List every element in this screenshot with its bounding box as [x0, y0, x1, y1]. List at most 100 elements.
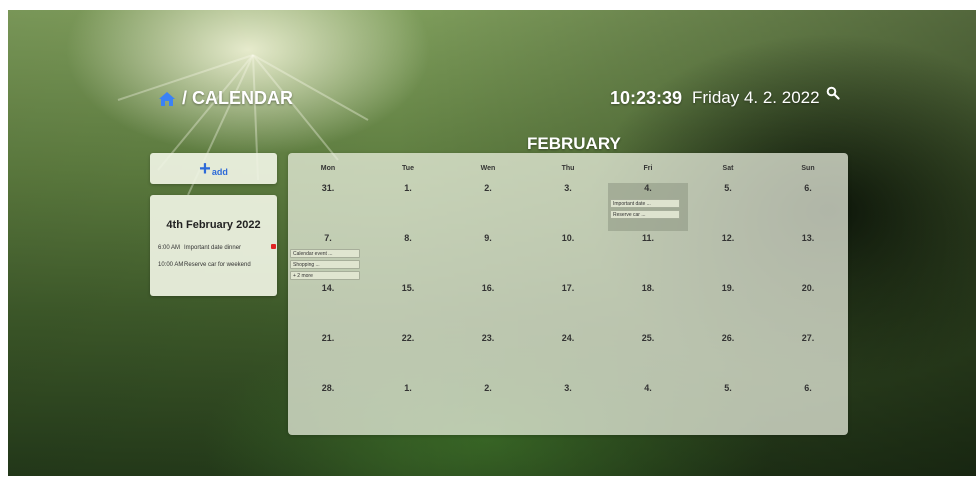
- day-cell[interactable]: 28.: [288, 383, 368, 431]
- day-cell[interactable]: 3.: [528, 383, 608, 431]
- day-number: 8.: [404, 233, 412, 243]
- day-cell[interactable]: 25.: [608, 333, 688, 381]
- day-cell[interactable]: 26.: [688, 333, 768, 381]
- day-number: 10.: [561, 233, 575, 243]
- day-number: 3.: [564, 383, 572, 393]
- event-chip[interactable]: Reserve car ...: [610, 210, 680, 219]
- breadcrumb-label[interactable]: / CALENDAR: [182, 88, 293, 109]
- day-cell[interactable]: 20.: [768, 283, 848, 331]
- day-number: 6.: [804, 383, 812, 393]
- clock: 10:23:39: [610, 88, 683, 108]
- day-cell[interactable]: 24.: [528, 333, 608, 381]
- day-cell[interactable]: 12.: [688, 233, 768, 281]
- event-name: Important date dinner: [184, 245, 242, 251]
- day-cell[interactable]: 9.: [448, 233, 528, 281]
- day-number: 14.: [321, 283, 335, 293]
- day-cell[interactable]: 16.: [448, 283, 528, 331]
- day-number: 18.: [641, 283, 655, 293]
- day-number: 6.: [804, 183, 812, 193]
- day-cell[interactable]: 27.: [768, 333, 848, 381]
- day-number: 17.: [561, 283, 575, 293]
- event-chip[interactable]: Shopping ...: [290, 260, 360, 269]
- day-cell[interactable]: 15.: [368, 283, 448, 331]
- day-cell[interactable]: 6.: [768, 183, 848, 231]
- weekday-header: Sun: [801, 165, 815, 172]
- weekday-header: Wen: [480, 165, 496, 172]
- day-cell[interactable]: 4.: [608, 383, 688, 431]
- add-label: add: [211, 166, 228, 177]
- search-icon[interactable]: [826, 86, 840, 100]
- event-row[interactable]: 6:00 AM Important date dinner: [158, 245, 274, 251]
- day-number: 28.: [321, 383, 335, 393]
- day-cell[interactable]: 2.: [448, 383, 528, 431]
- day-number: 22.: [401, 333, 415, 343]
- day-number: 5.: [724, 183, 732, 193]
- day-cell[interactable]: 19.: [688, 283, 768, 331]
- day-number: 1.: [404, 383, 412, 393]
- day-number: 15.: [401, 283, 415, 293]
- day-cell[interactable]: 5.: [688, 383, 768, 431]
- event-chip[interactable]: + 2 more: [290, 271, 360, 280]
- day-cell[interactable]: 2.: [448, 183, 528, 231]
- event-time: 10:00 AM: [158, 262, 184, 268]
- day-number: 12.: [721, 233, 735, 243]
- day-number: 16.: [481, 283, 495, 293]
- day-number: 13.: [801, 233, 815, 243]
- weekday-header: Tue: [402, 165, 414, 172]
- event-chip[interactable]: Calendar event ...: [290, 249, 360, 258]
- day-cell[interactable]: 31.: [288, 183, 368, 231]
- day-number: 11.: [641, 233, 654, 243]
- day-panel-title: 4th February 2022: [166, 219, 261, 231]
- event-row[interactable]: 10:00 AM Reserve car for weekend: [158, 262, 274, 268]
- day-number: 2.: [484, 383, 492, 393]
- breadcrumb: / CALENDAR: [158, 88, 293, 109]
- day-cell[interactable]: 17.: [528, 283, 608, 331]
- day-cell-today[interactable]: 4. Important date ... Reserve car ...: [608, 183, 688, 231]
- month-title: FEBRUARY: [527, 134, 621, 153]
- event-chip[interactable]: Important date ...: [610, 199, 680, 208]
- weekday-header: Fri: [643, 165, 653, 172]
- day-number: 31.: [321, 183, 335, 193]
- day-number: 20.: [801, 283, 815, 293]
- day-number: 27.: [801, 333, 815, 343]
- plus-icon: +: [199, 157, 211, 180]
- day-cell[interactable]: 13.: [768, 233, 848, 281]
- day-cell[interactable]: 1.: [368, 383, 448, 431]
- weekday-header: Mon: [320, 165, 336, 172]
- weekday-header: Thu: [561, 165, 575, 172]
- day-number: 2.: [484, 183, 492, 193]
- day-cell[interactable]: 8.: [368, 233, 448, 281]
- day-cell[interactable]: 22.: [368, 333, 448, 381]
- event-time: 6:00 AM: [158, 245, 181, 251]
- event-name: Reserve car for weekend: [184, 262, 251, 268]
- day-number: 26.: [721, 333, 735, 343]
- app-window: / CALENDAR 10:23:39 Friday 4. 2. 2022 FE…: [8, 10, 976, 476]
- add-event-button[interactable]: + add: [150, 153, 277, 184]
- day-cell[interactable]: 21.: [288, 333, 368, 381]
- day-cell[interactable]: 14.: [288, 283, 368, 331]
- day-cell[interactable]: 10.: [528, 233, 608, 281]
- day-number: 5.: [724, 383, 732, 393]
- month-calendar: Mon Tue Wen Thu Fri Sat Sun 31. 1. 2. 3. 4. Importan…: [288, 153, 848, 435]
- day-number: 1.: [404, 183, 412, 193]
- day-number: 4.: [644, 183, 652, 193]
- day-cell[interactable]: 5.: [688, 183, 768, 231]
- day-number: 19.: [721, 283, 735, 293]
- day-number: 9.: [484, 233, 492, 243]
- day-cell[interactable]: 11.: [608, 233, 688, 281]
- current-date: Friday 4. 2. 2022: [692, 88, 820, 107]
- day-number: 24.: [561, 333, 575, 343]
- day-cell[interactable]: 7. Calendar event ... Shopping ... + 2 more: [288, 233, 368, 281]
- day-cell[interactable]: 6.: [768, 383, 848, 431]
- day-number: 3.: [564, 183, 572, 193]
- bell-icon: [271, 244, 276, 249]
- day-events-panel: 4th February 2022 6:00 AM Important date…: [150, 195, 277, 296]
- day-number: 23.: [481, 333, 495, 343]
- day-number: 4.: [644, 383, 652, 393]
- home-icon[interactable]: [158, 91, 176, 107]
- day-cell[interactable]: 3.: [528, 183, 608, 231]
- day-cell[interactable]: 23.: [448, 333, 528, 381]
- day-number: 25.: [641, 333, 655, 343]
- day-cell[interactable]: 18.: [608, 283, 688, 331]
- day-cell[interactable]: 1.: [368, 183, 448, 231]
